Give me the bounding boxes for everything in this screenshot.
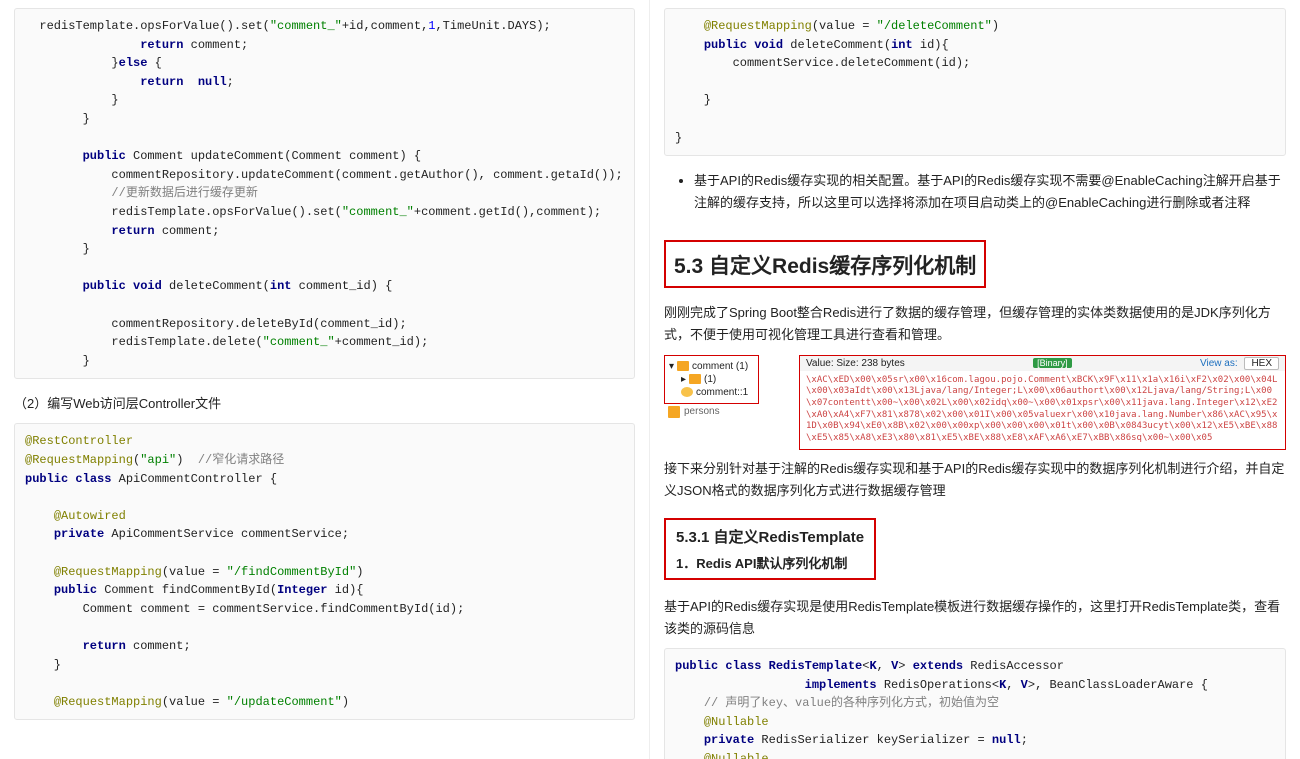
redis-screenshot: ▾comment (1) ▸(1) comment::1 persons Val… <box>664 355 1286 450</box>
heading-5-3: 5.3 自定义Redis缓存序列化机制 <box>664 240 986 288</box>
code-block-1: redisTemplate.opsForValue().set("comment… <box>14 8 635 379</box>
code-block-0: @RequestMapping(value = "/deleteComment"… <box>664 8 1286 156</box>
step-1-label: 1．Redis API默认序列化机制 <box>676 553 864 572</box>
right-column: @RequestMapping(value = "/deleteComment"… <box>650 0 1300 759</box>
persons-key: persons <box>664 406 759 418</box>
heading-5-3-1-box: 5.3.1 自定义RedisTemplate 1．Redis API默认序列化机… <box>664 518 876 580</box>
left-column: redisTemplate.opsForValue().set("comment… <box>0 0 650 759</box>
heading-5-3-1: 5.3.1 自定义RedisTemplate <box>676 526 864 547</box>
code-block-3: public class RedisTemplate<K, V> extends… <box>664 648 1286 759</box>
code-block-2: @RestController @RequestMapping("api") /… <box>14 423 635 720</box>
step-2-label: （2）编写Web访问层Controller文件 <box>14 393 635 415</box>
bullet-api-config: 基于API的Redis缓存实现的相关配置。基于API的Redis缓存实现不需要@… <box>694 170 1286 214</box>
para-5-3-1: 基于API的Redis缓存实现是使用RedisTemplate模板进行数据缓存操… <box>664 596 1286 640</box>
para-5-3-intro: 刚刚完成了Spring Boot整合Redis进行了数据的缓存管理，但缓存管理的… <box>664 302 1286 346</box>
redis-value-panel: Value: Size: 238 bytes [Binary] View as:… <box>799 355 1286 450</box>
binary-badge: [Binary] <box>1033 358 1072 368</box>
para-5-3-followup: 接下来分别针对基于注解的Redis缓存实现和基于API的Redis缓存实现中的数… <box>664 458 1286 502</box>
view-as-label: View as: <box>1200 358 1238 369</box>
hex-dump: \xAC\xED\x00\x05sr\x00\x16com.lagou.pojo… <box>800 371 1285 449</box>
redis-key-tree: ▾comment (1) ▸(1) comment::1 <box>664 355 759 404</box>
view-as-select[interactable]: HEX <box>1244 357 1279 370</box>
